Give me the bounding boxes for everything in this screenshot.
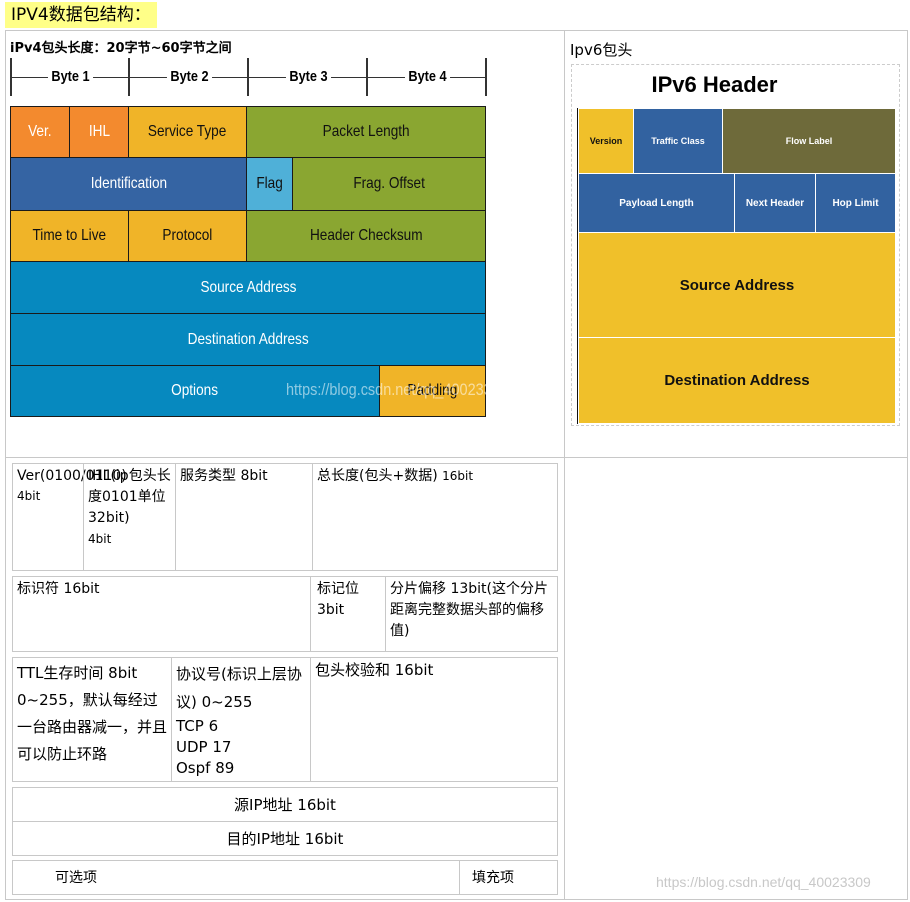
table-row-destination-ip: 目的IP地址 16bit — [12, 821, 558, 856]
cell-total-length-bits: 16bit — [442, 469, 474, 483]
cell-protocol-text: 协议号(标识上层协议) 0~255 — [176, 665, 302, 711]
ipv6-field-traffic-class: Traffic Class — [633, 108, 723, 174]
ruler-tick — [366, 58, 368, 96]
byte-label: Byte 4 — [404, 67, 451, 87]
field-identification: Identification — [10, 157, 247, 211]
byte-label: Byte 1 — [47, 67, 94, 87]
cell-protocol-udp: UDP 17 — [176, 738, 232, 756]
field-source-address: Source Address — [10, 261, 486, 314]
field-ver: Ver. — [10, 106, 70, 158]
table-row-1: Ver(0100/0110) 4bit IHL(ip包头长度0101单位32bit… — [12, 463, 558, 571]
ipv6-field-version: Version — [578, 108, 634, 174]
field-ihl: IHL — [69, 106, 129, 158]
ipv6-field-source-address: Source Address — [578, 232, 896, 338]
cell-protocol-tcp: TCP 6 — [176, 717, 219, 735]
byte-ruler: Byte 1 Byte 2 Byte 3 Byte 4 — [10, 58, 487, 98]
field-header-checksum: Header Checksum — [246, 210, 486, 262]
cell-ver: Ver(0100/0110) 4bit — [13, 464, 127, 570]
ruler-tick — [247, 58, 249, 96]
field-ttl: Time to Live — [10, 210, 129, 262]
cell-protocol: 协议号(标识上层协议) 0~255 TCP 6 UDP 17 Ospf 89 — [171, 658, 310, 781]
ipv6-field-flow-label: Flow Label — [722, 108, 896, 174]
cell-ttl: TTL生存时间 8bit 0~255，默认每经过一台路由器减一，并且可以防止环路 — [17, 664, 168, 763]
byte-label: Byte 2 — [166, 67, 213, 87]
ruler-tick — [10, 58, 12, 96]
field-destination-address: Destination Address — [10, 313, 486, 366]
ipv6-header-title: IPv6 Header — [651, 72, 778, 97]
cell-ihl-bits: 4bit — [88, 532, 112, 546]
table-row-6: 可选项 填充项 — [12, 860, 558, 895]
cell-ver-text: Ver(0100/0110) — [17, 468, 127, 484]
ipv6-field-next-header: Next Header — [734, 173, 816, 233]
column-divider — [564, 30, 565, 900]
ipv6-field-hop-limit: Hop Limit — [815, 173, 896, 233]
footer-watermark: https://blog.csdn.net/qq_40023309 — [656, 874, 871, 890]
cell-flag: 标记位3bit — [310, 577, 385, 651]
cell-protocol-ospf: Ospf 89 — [176, 759, 235, 777]
ruler-tick — [485, 58, 487, 96]
cell-options: 可选项 — [55, 870, 97, 886]
page-title: IPV4数据包结构： — [5, 2, 157, 28]
table-row-2: 标识符 16bit 标记位3bit 分片偏移 13bit(这个分片距离完整数据头… — [12, 576, 558, 652]
ipv6-field-payload-length: Payload Length — [578, 173, 735, 233]
cell-total-length-text: 总长度(包头+数据) — [317, 468, 438, 484]
field-service-type: Service Type — [128, 106, 247, 158]
byte-label: Byte 3 — [285, 67, 332, 87]
ipv4-header-length-note: iPv4包头长度：20字节~60字节之间 — [10, 41, 232, 56]
field-protocol: Protocol — [128, 210, 247, 262]
field-frag-offset: Frag. Offset — [292, 157, 486, 211]
cell-ver-bits: 4bit — [17, 489, 41, 503]
cell-ihl-text: IHL(ip包头长度0101单位32bit) — [88, 468, 171, 526]
ruler-tick — [128, 58, 130, 96]
cell-total-length: 总长度(包头+数据) 16bit — [312, 464, 557, 570]
cell-ihl: IHL(ip包头长度0101单位32bit) 4bit — [83, 464, 175, 570]
cell-fragment-offset: 分片偏移 13bit(这个分片距离完整数据头部的偏移值) — [385, 577, 557, 651]
cell-identifier: 标识符 16bit — [17, 581, 100, 597]
field-packet-length: Packet Length — [246, 106, 486, 158]
field-flag: Flag — [246, 157, 293, 211]
csdn-watermark: https://blog.csdn.net/qq_40023309 — [286, 380, 508, 399]
cell-service: 服务类型 8bit — [175, 464, 312, 570]
table-row-3: TTL生存时间 8bit 0~255，默认每经过一台路由器减一，并且可以防止环路… — [12, 657, 558, 782]
table-row-source-ip: 源IP地址 16bit — [12, 787, 558, 822]
ipv6-field-destination-address: Destination Address — [578, 337, 896, 424]
cell-header-checksum: 包头校验和 16bit — [310, 658, 557, 781]
ipv6-section-label: Ipv6包头 — [570, 41, 633, 59]
row-divider — [5, 457, 908, 458]
cell-padding: 填充项 — [459, 861, 557, 894]
